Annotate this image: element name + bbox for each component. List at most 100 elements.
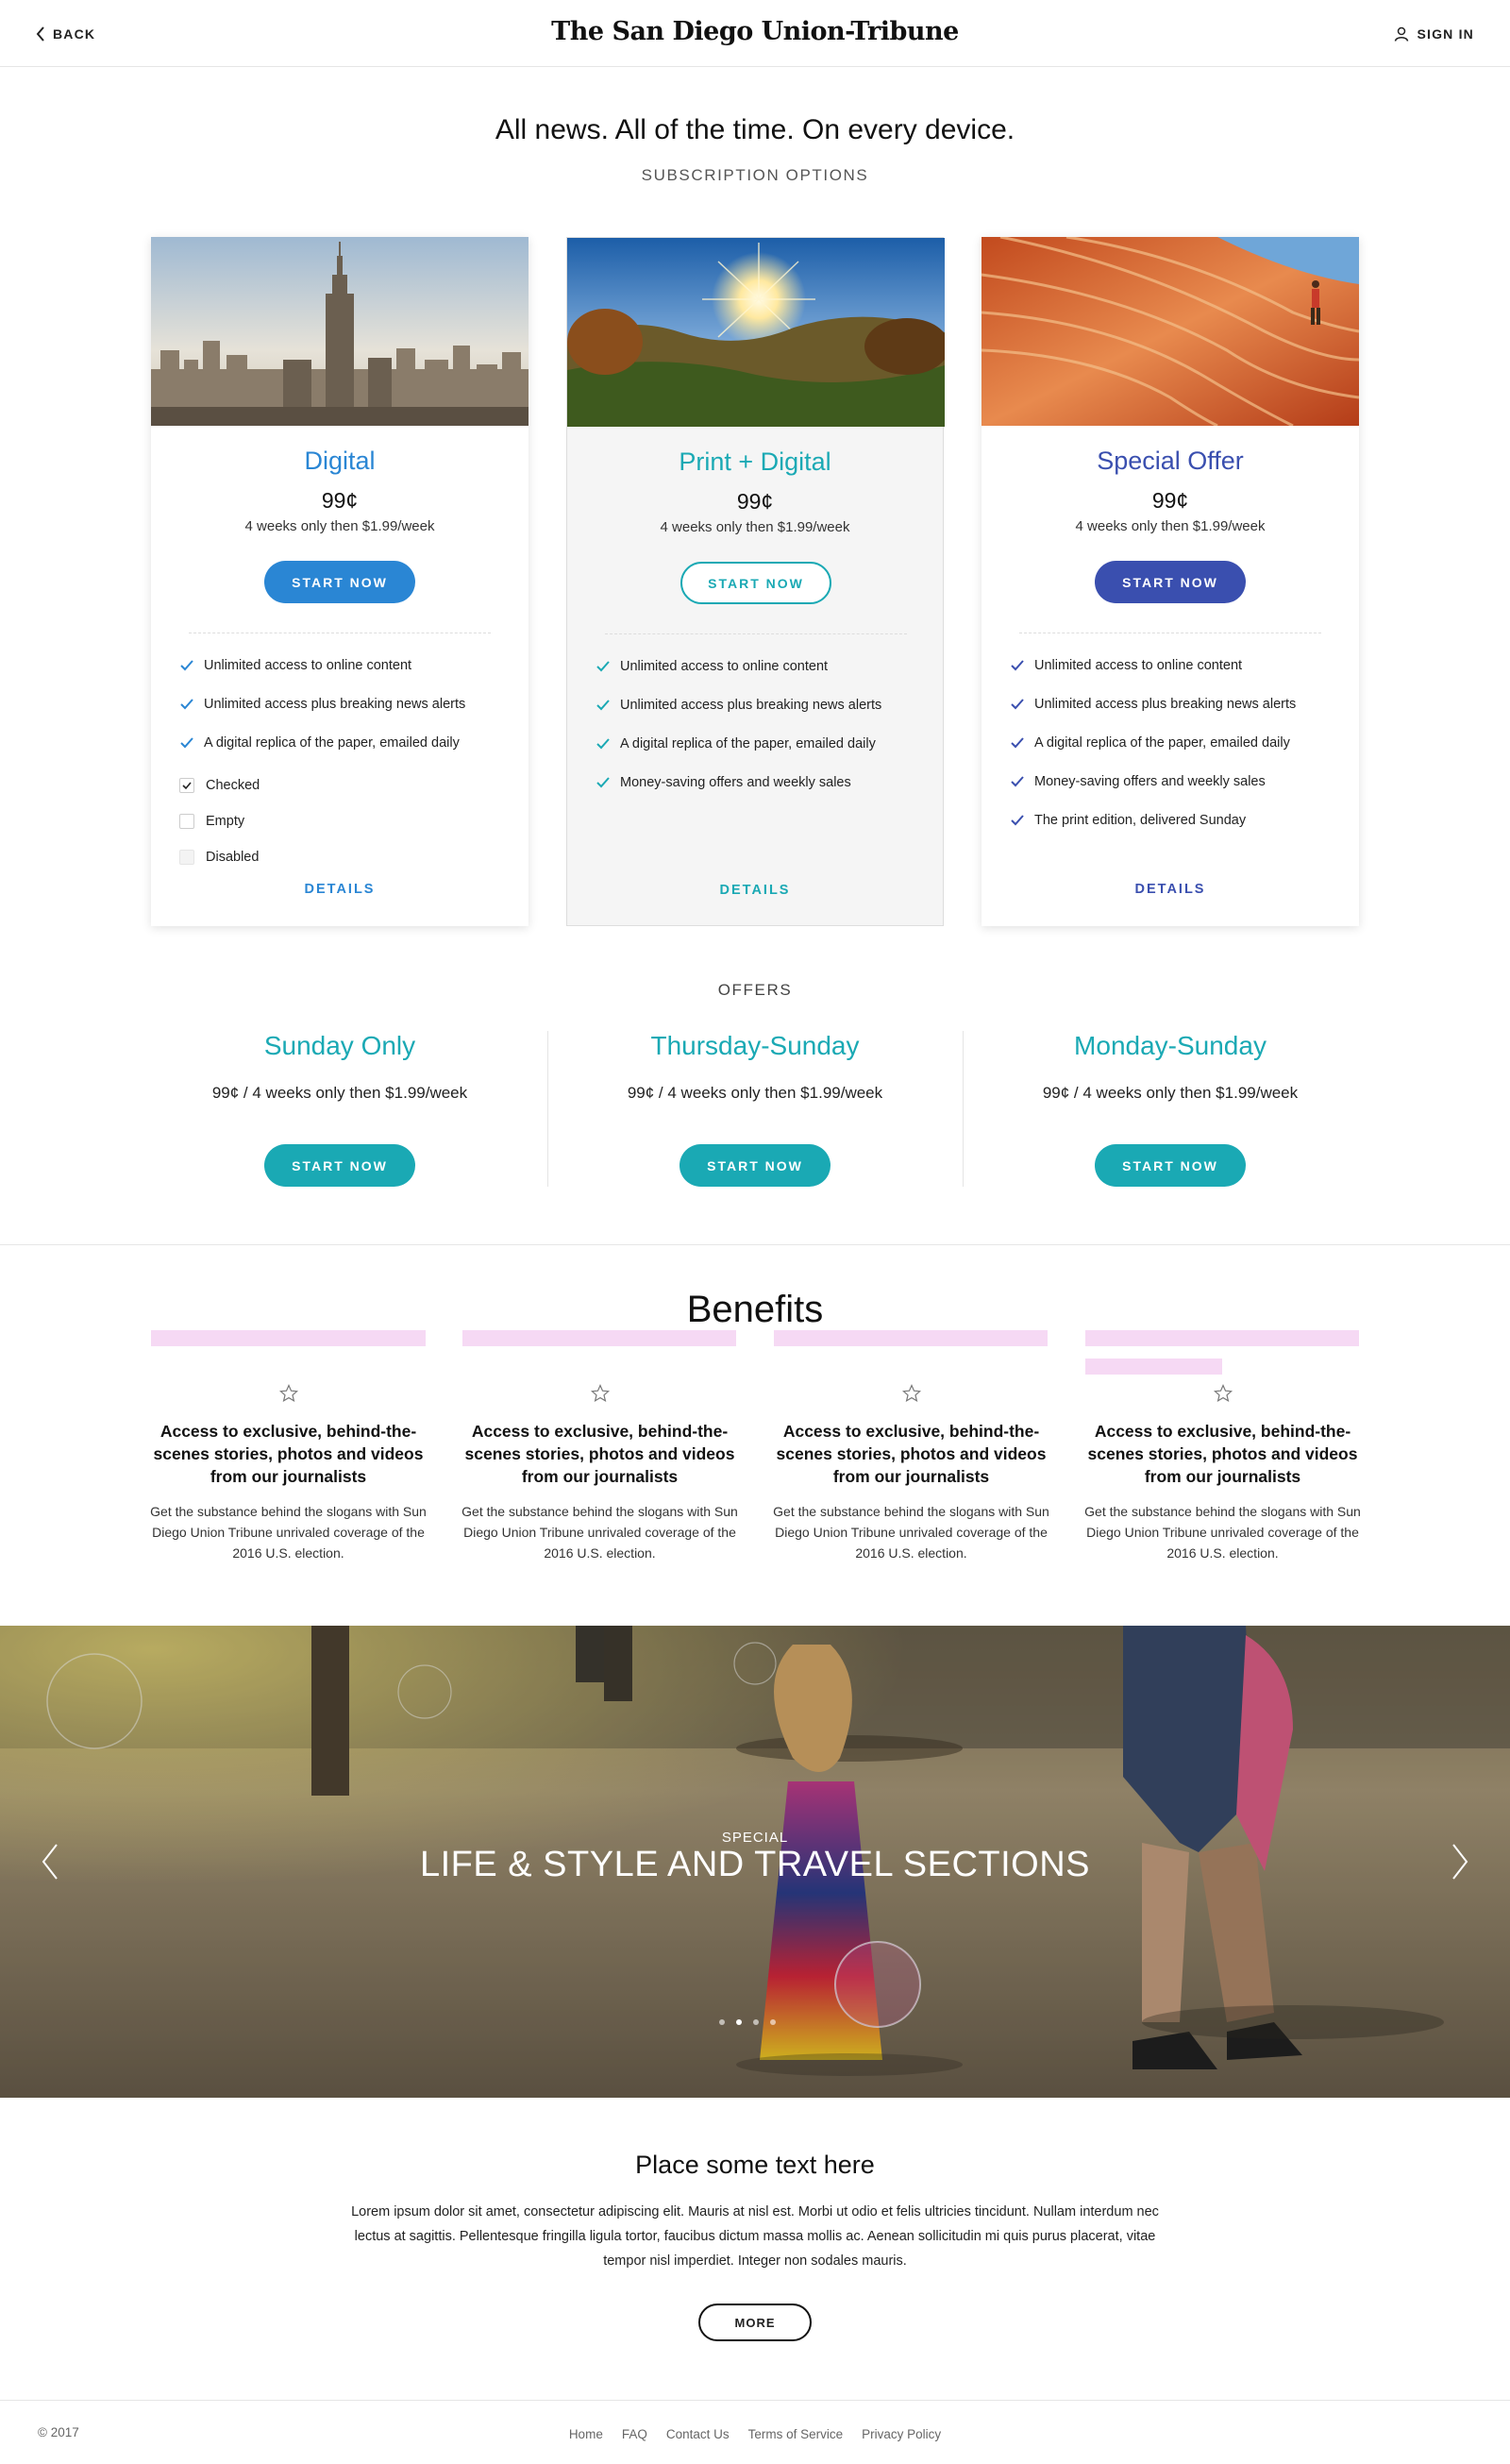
footer-link-contact[interactable]: Contact Us bbox=[666, 2427, 730, 2441]
text-section-title: Place some text here bbox=[635, 2151, 875, 2179]
highlight-bar bbox=[462, 1330, 736, 1346]
check-icon bbox=[1011, 660, 1024, 671]
sandstone-canyon-image bbox=[982, 237, 1359, 426]
checkbox-box[interactable] bbox=[179, 778, 194, 793]
benefit-heading: Access to exclusive, behind-the-scenes s… bbox=[464, 1422, 735, 1486]
details-link-special-offer[interactable]: DETAILS bbox=[982, 882, 1359, 897]
offer-title: Monday-Sunday bbox=[1074, 1031, 1267, 1060]
sunburst-landscape-image bbox=[567, 238, 945, 427]
more-button[interactable]: MORE bbox=[698, 2304, 812, 2341]
check-icon bbox=[596, 700, 610, 711]
check-icon bbox=[1011, 737, 1024, 749]
carousel-dots bbox=[719, 2019, 776, 2025]
plan-title: Print + Digital bbox=[679, 447, 831, 476]
checkbox-disabled: Disabled bbox=[179, 850, 259, 865]
feature-item: A digital replica of the paper, emailed … bbox=[179, 735, 460, 751]
checkbox-empty[interactable]: Empty bbox=[179, 814, 244, 829]
offers-heading: OFFERS bbox=[717, 981, 793, 999]
page-title: All news. All of the time. On every devi… bbox=[495, 114, 1015, 145]
star-icon bbox=[590, 1384, 610, 1403]
feature-label: Unlimited access plus breaking news aler… bbox=[1034, 697, 1297, 712]
sign-in-label: SIGN IN bbox=[1417, 26, 1474, 42]
footer-link-terms[interactable]: Terms of Service bbox=[748, 2427, 844, 2441]
feature-label: Unlimited access plus breaking news aler… bbox=[204, 697, 466, 712]
highlight-bar bbox=[1085, 1359, 1222, 1375]
carousel-dot-active[interactable] bbox=[736, 2019, 742, 2025]
checkbox-box[interactable] bbox=[179, 814, 194, 829]
feature-item: The print edition, delivered Sunday bbox=[1010, 813, 1246, 828]
plan-card-special-offer: Special Offer 99¢ 4 weeks only then $1.9… bbox=[982, 237, 1359, 926]
checkbox-box bbox=[179, 850, 194, 865]
checkbox-checked[interactable]: Checked bbox=[179, 778, 260, 793]
offer-terms: 99¢ / 4 weeks only then $1.99/week bbox=[627, 1084, 883, 1102]
star-icon bbox=[901, 1384, 921, 1403]
details-link-digital[interactable]: DETAILS bbox=[151, 882, 528, 897]
footer-link-privacy[interactable]: Privacy Policy bbox=[862, 2427, 941, 2441]
checkbox-label: Disabled bbox=[206, 850, 260, 865]
start-now-button-special-offer[interactable]: START NOW bbox=[1095, 561, 1246, 603]
check-icon bbox=[1011, 699, 1024, 710]
page-subtitle: SUBSCRIPTION OPTIONS bbox=[641, 166, 869, 184]
start-now-button-print-digital[interactable]: START NOW bbox=[680, 562, 831, 604]
feature-item: A digital replica of the paper, emailed … bbox=[596, 736, 876, 751]
feature-item: Unlimited access plus breaking news aler… bbox=[179, 697, 465, 712]
benefit-item: Access to exclusive, behind-the-scenes s… bbox=[1083, 1378, 1362, 1563]
start-now-button-thursday-sunday[interactable]: START NOW bbox=[680, 1144, 830, 1187]
footer-links: Home FAQ Contact Us Terms of Service Pri… bbox=[0, 2427, 1510, 2441]
check-icon bbox=[596, 738, 610, 750]
carousel-dot[interactable] bbox=[770, 2019, 776, 2025]
feature-label: Unlimited access to online content bbox=[620, 659, 829, 674]
footer-link-faq[interactable]: FAQ bbox=[622, 2427, 647, 2441]
plan-terms: 4 weeks only then $1.99/week bbox=[1075, 518, 1266, 534]
highlight-bar bbox=[151, 1330, 426, 1346]
start-now-button-sunday[interactable]: START NOW bbox=[264, 1144, 415, 1187]
start-now-button-digital[interactable]: START NOW bbox=[264, 561, 415, 603]
benefit-body: Get the substance behind the slogans wit… bbox=[1084, 1504, 1361, 1561]
plan-title: Special Offer bbox=[1097, 447, 1244, 475]
feature-item: Unlimited access to online content bbox=[179, 658, 411, 673]
start-now-button-monday-sunday[interactable]: START NOW bbox=[1095, 1144, 1246, 1187]
feature-item: A digital replica of the paper, emailed … bbox=[1010, 735, 1290, 751]
benefit-body: Get the substance behind the slogans wit… bbox=[150, 1504, 427, 1561]
feature-item: Unlimited access plus breaking news aler… bbox=[1010, 697, 1296, 712]
highlight-bar bbox=[774, 1330, 1048, 1346]
hero-carousel[interactable]: SPECIAL LIFE & STYLE AND TRAVEL SECTIONS bbox=[0, 1626, 1510, 2098]
feature-label: Unlimited access to online content bbox=[204, 658, 412, 673]
check-icon bbox=[596, 777, 610, 788]
sign-in-button[interactable]: SIGN IN bbox=[1394, 25, 1474, 43]
offer-sunday-only: Sunday Only 99¢ / 4 weeks only then $1.9… bbox=[132, 1031, 547, 1187]
offer-terms: 99¢ / 4 weeks only then $1.99/week bbox=[1042, 1084, 1299, 1102]
check-icon bbox=[596, 661, 610, 672]
carousel-dot[interactable] bbox=[719, 2019, 725, 2025]
offer-thursday-sunday: Thursday-Sunday 99¢ / 4 weeks only then … bbox=[547, 1031, 963, 1187]
check-icon bbox=[180, 699, 193, 710]
feature-label: The print edition, delivered Sunday bbox=[1034, 813, 1247, 828]
feature-item: Unlimited access to online content bbox=[1010, 658, 1242, 673]
feature-label: Money-saving offers and weekly sales bbox=[620, 775, 851, 790]
details-link-print-digital[interactable]: DETAILS bbox=[567, 883, 943, 898]
check-icon bbox=[1011, 776, 1024, 787]
feature-item: Unlimited access to online content bbox=[596, 659, 828, 674]
carousel-dot[interactable] bbox=[753, 2019, 759, 2025]
feature-item: Money-saving offers and weekly sales bbox=[596, 775, 851, 790]
carousel-title: LIFE & STYLE AND TRAVEL SECTIONS bbox=[419, 1845, 1091, 1884]
footer: © 2017 Home FAQ Contact Us Terms of Serv… bbox=[0, 2400, 1510, 2464]
feature-label: A digital replica of the paper, emailed … bbox=[1034, 735, 1290, 751]
check-icon bbox=[1011, 815, 1024, 826]
highlight-bar bbox=[1085, 1330, 1359, 1346]
plan-card-digital: Digital 99¢ 4 weeks only then $1.99/week… bbox=[151, 237, 528, 926]
plan-card-print-digital: Print + Digital 99¢ 4 weeks only then $1… bbox=[566, 237, 945, 926]
offer-monday-sunday: Monday-Sunday 99¢ / 4 weeks only then $1… bbox=[963, 1031, 1378, 1187]
check-icon bbox=[180, 660, 193, 671]
checkbox-label: Checked bbox=[206, 778, 260, 793]
offer-terms: 99¢ / 4 weeks only then $1.99/week bbox=[211, 1084, 468, 1102]
benefit-item: Access to exclusive, behind-the-scenes s… bbox=[149, 1378, 428, 1563]
user-icon bbox=[1395, 26, 1409, 42]
site-logo[interactable]: The San Diego Union-Tribune bbox=[0, 17, 1510, 46]
city-skyline-image bbox=[151, 237, 528, 426]
carousel-tag: SPECIAL bbox=[721, 1830, 789, 1846]
footer-link-home[interactable]: Home bbox=[569, 2427, 603, 2441]
check-icon bbox=[180, 737, 193, 749]
plan-terms: 4 weeks only then $1.99/week bbox=[244, 518, 435, 534]
offer-title: Thursday-Sunday bbox=[650, 1031, 860, 1060]
